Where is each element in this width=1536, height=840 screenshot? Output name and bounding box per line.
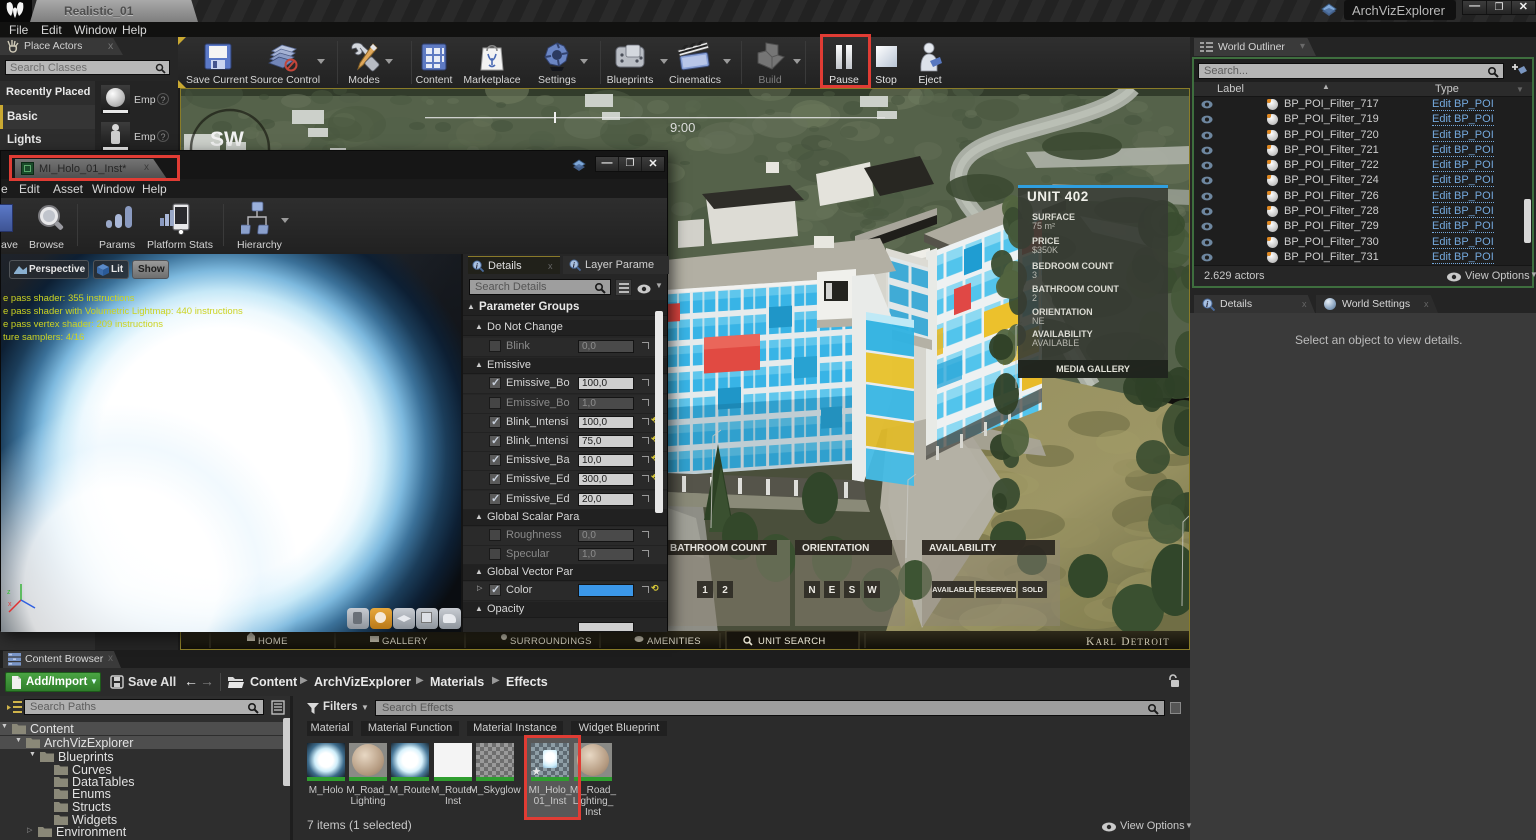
svg-text:x: x (8, 601, 12, 608)
svg-text:N: N (808, 585, 815, 596)
svg-text:2: 2 (1032, 293, 1037, 303)
svg-text:ORIENTATION: ORIENTATION (802, 543, 869, 554)
svg-text:z: z (7, 589, 11, 596)
svg-text:BEDROOM COUNT: BEDROOM COUNT (1032, 261, 1114, 271)
svg-text:AVAILABILITY: AVAILABILITY (929, 543, 997, 554)
svg-text:3: 3 (1032, 270, 1037, 280)
svg-text:MEDIA GALLERY: MEDIA GALLERY (1056, 364, 1130, 374)
svg-text:NE: NE (1032, 316, 1045, 326)
svg-text:RESERVED: RESERVED (975, 585, 1017, 594)
svg-text:E: E (829, 585, 836, 596)
svg-text:GALLERY: GALLERY (382, 636, 428, 647)
svg-text:KARL DETROIT: KARL DETROIT (1086, 636, 1170, 648)
svg-text:BATHROOM COUNT: BATHROOM COUNT (1032, 284, 1119, 294)
svg-text:UNIT 402: UNIT 402 (1027, 189, 1089, 204)
svg-text:AVAILABLE: AVAILABLE (1032, 338, 1079, 348)
svg-text:$350K: $350K (1032, 245, 1058, 255)
svg-text:S: S (849, 585, 856, 596)
svg-text:SURROUNDINGS: SURROUNDINGS (510, 636, 592, 647)
svg-text:75 m²: 75 m² (1032, 221, 1055, 231)
svg-text:W: W (867, 585, 877, 596)
svg-text:AMENITIES: AMENITIES (647, 636, 701, 647)
svg-text:UNIT SEARCH: UNIT SEARCH (758, 636, 826, 647)
svg-text:HOME: HOME (258, 636, 288, 647)
svg-text:9:00: 9:00 (670, 120, 695, 135)
svg-text:SOLD: SOLD (1022, 585, 1043, 594)
svg-text:BATHROOM COUNT: BATHROOM COUNT (670, 543, 766, 554)
svg-text:AVAILABLE: AVAILABLE (932, 585, 974, 594)
svg-text:1: 1 (702, 585, 708, 596)
svg-text:SW: SW (210, 128, 244, 151)
svg-text:2: 2 (722, 585, 728, 596)
